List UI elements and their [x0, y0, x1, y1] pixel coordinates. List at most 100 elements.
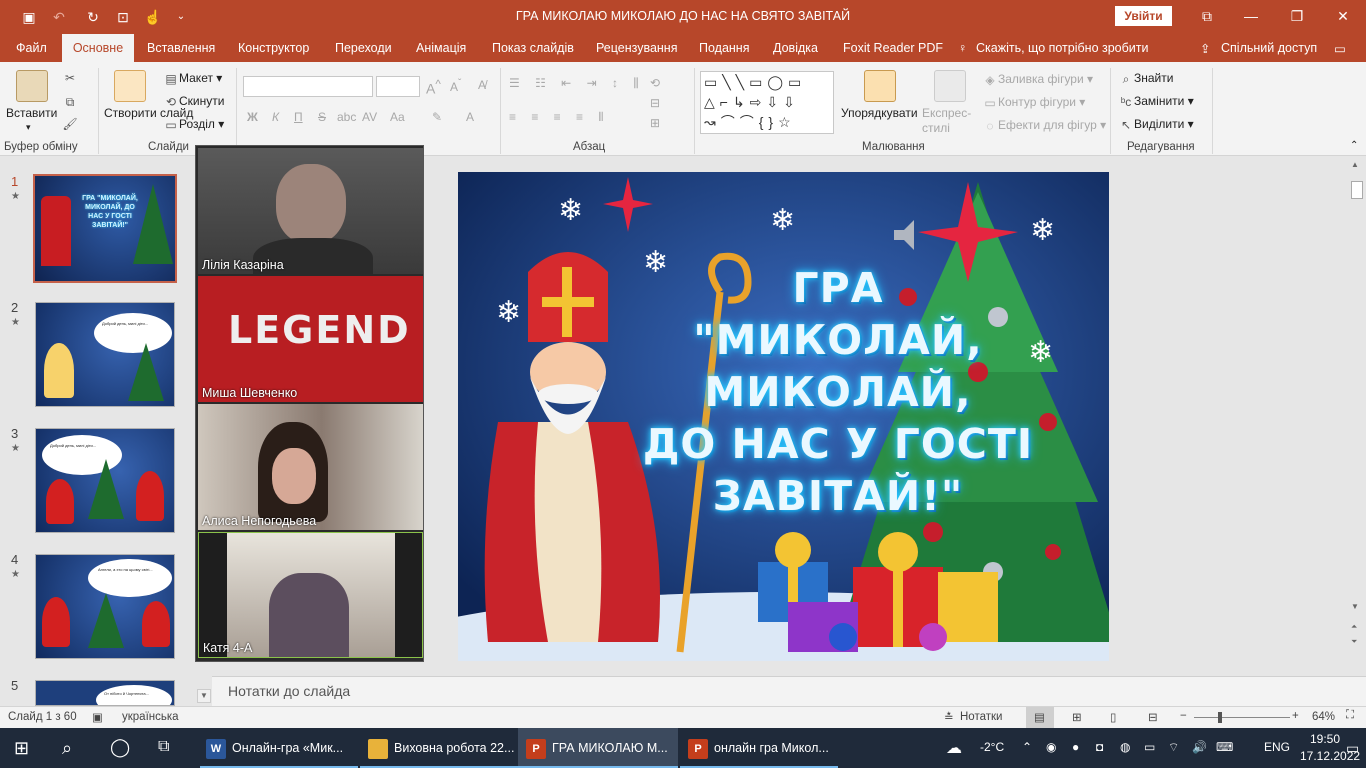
tray-overflow-icon[interactable]: ⌃ [1022, 740, 1032, 754]
align-icons[interactable]: ≡ ≡ ≡ ≡ ⫴ [509, 110, 609, 125]
align-text-icon[interactable]: ⊟ [650, 96, 660, 110]
cut-icon[interactable]: ✂ [62, 70, 78, 86]
next-slide-icon[interactable]: ⏷ [1351, 637, 1357, 647]
shape-effects-button[interactable]: ◌ Ефекти для фігур ▾ [982, 118, 1106, 134]
language-label[interactable]: українська [122, 711, 179, 723]
network-icon[interactable]: ● [1072, 740, 1079, 754]
slide-thumbnail-3[interactable]: Добрий день, милі діти... [35, 428, 175, 533]
tab-slideshow[interactable]: Показ слайдів [492, 41, 574, 55]
select-button[interactable]: ↖ Виділити ▾ [1118, 117, 1194, 133]
tab-foxit[interactable]: Foxit Reader PDF [843, 41, 943, 55]
arrange-icon[interactable] [864, 70, 896, 102]
char-spacing-icon[interactable]: AV [362, 110, 377, 124]
replace-button[interactable]: ᵇc Замінити ▾ [1118, 94, 1194, 110]
comments-icon[interactable]: ▭ [1334, 41, 1346, 56]
clear-format-icon[interactable]: A̸ [478, 78, 486, 92]
search-icon[interactable]: ⌕ [62, 738, 72, 759]
tab-insert[interactable]: Вставлення [147, 41, 215, 55]
restore-button[interactable]: ❐ [1282, 6, 1312, 26]
scroll-down-icon[interactable]: ▼ [1351, 602, 1359, 611]
reset-button[interactable]: ⟲ Скинути [163, 94, 224, 110]
zoom-in-icon[interactable]: + [1292, 710, 1299, 722]
taskbar-app-powerpoint[interactable]: Pонлайн гра Микол... [680, 728, 838, 768]
tab-home[interactable]: Основне [62, 34, 134, 62]
bold-button[interactable]: Ж [247, 110, 258, 124]
taskbar-app-word[interactable]: W Онлайн-гра «Мик... [200, 728, 358, 768]
font-color-icon[interactable]: A [466, 110, 474, 124]
notes-toggle-button[interactable]: Нотатки [960, 711, 1002, 723]
underline-button[interactable]: П [294, 110, 303, 124]
collapse-ribbon-icon[interactable]: ⌃ [1350, 140, 1358, 151]
prev-slide-icon[interactable]: ⏶ [1351, 622, 1357, 632]
task-view-icon[interactable]: ⧉ [158, 738, 169, 756]
reading-view-icon[interactable]: ▯ [1110, 710, 1116, 724]
tab-transitions[interactable]: Переходи [335, 41, 392, 55]
font-size-field[interactable] [376, 76, 420, 97]
chrome-icon[interactable]: ◍ [1120, 740, 1130, 754]
tab-animations[interactable]: Анімація [416, 41, 466, 55]
slide-title[interactable]: ГРА "МИКОЛАЙ, МИКОЛАЙ, ДО НАС У ГОСТІ ЗА… [643, 262, 1032, 522]
slide-thumbnail-5[interactable]: От нібито й Чортенята... [35, 680, 175, 706]
windows-start-icon[interactable]: ⊞ [14, 738, 29, 759]
zoom-app-icon[interactable]: ◉ [1046, 740, 1056, 754]
format-painter-icon[interactable]: 🖌 [62, 116, 78, 132]
editor-scrollbar[interactable]: ▲ ▼ ⏶ ⏷ [1348, 157, 1366, 676]
spellcheck-icon[interactable]: ▣ [92, 710, 103, 724]
participant-tile[interactable]: Катя 4-А [198, 532, 423, 658]
tab-review[interactable]: Рецензування [596, 41, 677, 55]
ribbon-display-icon[interactable]: ⧉ [1192, 6, 1222, 26]
shape-fill-button[interactable]: ◈ Заливка фігури ▾ [982, 72, 1093, 88]
zoom-level[interactable]: 64% [1312, 711, 1335, 723]
paste-icon[interactable] [16, 70, 48, 102]
smartart-icon[interactable]: ⊞ [650, 116, 660, 130]
italic-button[interactable]: К [272, 110, 279, 124]
tab-view[interactable]: Подання [699, 41, 749, 55]
slide-sorter-icon[interactable]: ⊞ [1072, 710, 1082, 724]
cortana-icon[interactable]: ◯ [110, 737, 130, 758]
paste-dropdown-icon[interactable]: ▾ [26, 122, 31, 133]
find-button[interactable]: ⌕ Знайти [1118, 71, 1174, 87]
taskbar-app-folder[interactable]: ▮ Виховна робота 22... [360, 728, 518, 768]
input-language[interactable]: ENG [1264, 740, 1290, 754]
clock-time[interactable]: 19:50 [1310, 732, 1340, 746]
new-slide-icon[interactable] [114, 70, 146, 102]
minimize-button[interactable]: — [1236, 6, 1266, 26]
quick-styles-icon[interactable] [934, 70, 966, 102]
tab-help[interactable]: Довідка [773, 41, 818, 55]
temperature[interactable]: -2°C [980, 740, 1004, 754]
wifi-icon[interactable]: ⌔ [1168, 740, 1179, 755]
volume-icon[interactable]: 🔊 [1192, 740, 1207, 754]
participant-tile[interactable]: LEGEND Миша Шевченко [198, 276, 423, 402]
layout-button[interactable]: ▤ Макет ▾ [163, 71, 222, 87]
zoom-out-icon[interactable]: − [1180, 710, 1187, 722]
shadow-icon[interactable]: abc [337, 110, 356, 124]
scroll-up-icon[interactable]: ▲ [1351, 160, 1359, 169]
copy-icon[interactable]: ⧉ [62, 94, 78, 110]
scroll-thumb[interactable] [1351, 181, 1363, 199]
thumbnails-scroll-down[interactable]: ▼ [197, 689, 211, 703]
notifications-icon[interactable]: ▭ [1346, 740, 1359, 757]
weather-cloud-icon[interactable]: ☁ [946, 738, 962, 758]
tab-design[interactable]: Конструктор [238, 41, 309, 55]
signin-button[interactable]: Увійти [1115, 6, 1172, 26]
text-direction-icon[interactable]: ⟲ [650, 76, 660, 90]
paste-button[interactable]: Вставити [6, 106, 57, 120]
taskbar-app-powerpoint-active[interactable]: P ГРА МИКОЛАЮ М... [518, 728, 678, 768]
grow-font-icon[interactable]: A^ [426, 78, 441, 97]
participant-tile[interactable]: Алиса Непогодьева [198, 404, 423, 530]
notes-pane[interactable]: Нотатки до слайда [212, 676, 1366, 706]
slide-thumbnail-2[interactable]: Добрий день, милі діти... [35, 302, 175, 407]
slideshow-icon[interactable]: ⊟ [1148, 710, 1158, 724]
keyboard-icon[interactable]: ⌨ [1216, 740, 1233, 754]
app-tray-icon[interactable]: ◘ [1096, 740, 1103, 754]
zoom-slider[interactable] [1194, 717, 1290, 718]
zoom-slider-thumb[interactable] [1218, 712, 1222, 723]
tab-file[interactable]: Файл [16, 41, 47, 55]
arrange-button[interactable]: Упорядкувати [841, 106, 918, 120]
share-button[interactable]: Спільний доступ [1221, 41, 1317, 55]
shapes-gallery[interactable]: ▭╲╲▭◯▭ △⌐↳⇨⇩⇩ ↝⌒⌒{}☆ [700, 71, 834, 134]
shapes-icons[interactable]: ▭╲╲▭◯▭ △⌐↳⇨⇩⇩ ↝⌒⌒{}☆ [701, 72, 833, 132]
battery-icon[interactable]: ▭ [1144, 740, 1155, 754]
slide-thumbnail-1[interactable]: ГРА "МИКОЛАЙ, МИКОЛАЙ, ДО НАС У ГОСТІ ЗА… [33, 174, 177, 283]
tell-me-search[interactable]: Скажіть, що потрібно зробити [976, 41, 1149, 55]
